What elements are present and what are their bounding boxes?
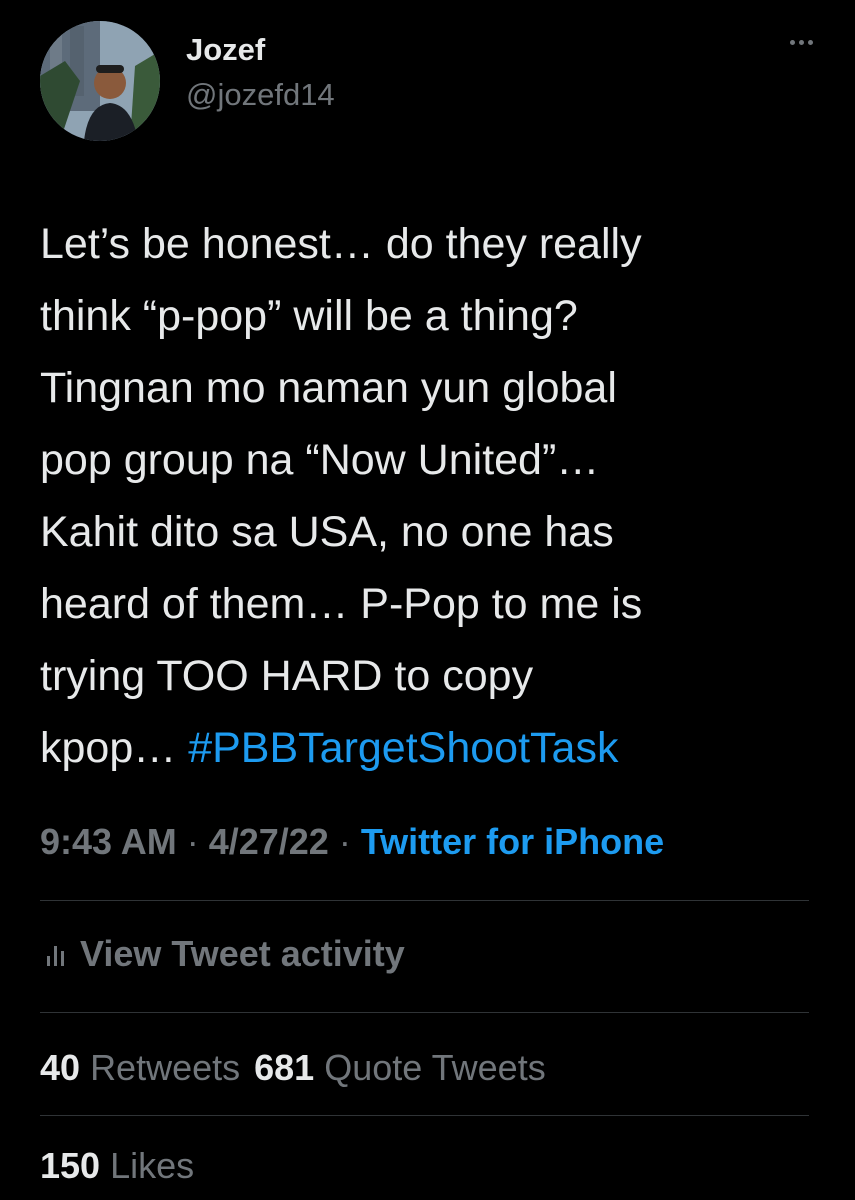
hashtag-link[interactable]: #PBBTargetShootTask	[188, 724, 618, 772]
tweet-line: trying TOO HARD to copy	[40, 652, 534, 700]
bar-chart-icon	[47, 946, 64, 966]
likes-label: Likes	[110, 1145, 195, 1186]
more-dot	[799, 40, 804, 45]
author-info[interactable]: Jozef @jozefd14	[186, 30, 335, 115]
likes-stats: 150 Likes	[40, 1144, 208, 1188]
tweet-line: heard of them… P-Pop to me is	[40, 580, 643, 628]
quote-tweets-count: 681	[254, 1047, 315, 1088]
view-tweet-activity-button[interactable]: View Tweet activity	[46, 932, 405, 976]
tweet-line: Tingnan mo naman yun global	[40, 364, 617, 412]
tweet-date[interactable]: 4/27/22	[209, 821, 329, 862]
meta-separator: ·	[176, 821, 209, 862]
display-name[interactable]: Jozef	[186, 30, 335, 70]
tweet-source-link[interactable]: Twitter for iPhone	[361, 821, 664, 862]
retweets-label: Retweets	[90, 1047, 241, 1088]
retweets-count: 40	[40, 1047, 81, 1088]
tweet-line: Let’s be honest… do they really	[40, 220, 642, 268]
tweet-line: pop group na “Now United”…	[40, 436, 600, 484]
tweet-meta: 9:43 AM · 4/27/22 · Twitter for iPhone	[40, 820, 664, 864]
user-handle[interactable]: @jozefd14	[186, 75, 335, 115]
quote-tweets-link[interactable]: 681 Quote Tweets	[254, 1047, 546, 1088]
avatar-image	[40, 21, 160, 141]
tweet-line: kpop…	[40, 724, 189, 772]
retweets-link[interactable]: 40 Retweets	[40, 1047, 240, 1088]
quote-tweets-label: Quote Tweets	[324, 1047, 546, 1088]
avatar[interactable]	[40, 21, 160, 141]
tweet-line: think “p-pop” will be a thing?	[40, 292, 578, 340]
more-dot	[808, 40, 813, 45]
tweet-text: Let’s be honest… do they really think “p…	[40, 208, 830, 784]
engagement-stats: 40 Retweets 681 Quote Tweets	[40, 1046, 560, 1090]
tweet-time[interactable]: 9:43 AM	[40, 821, 177, 862]
likes-link[interactable]: 150 Likes	[40, 1145, 194, 1186]
activity-label: View Tweet activity	[80, 933, 405, 974]
tweet-line: Kahit dito sa USA, no one has	[40, 508, 614, 556]
divider	[40, 900, 809, 901]
more-options-icon[interactable]	[790, 40, 813, 45]
divider	[40, 1115, 809, 1116]
divider	[40, 1012, 809, 1013]
meta-separator: ·	[328, 821, 361, 862]
more-dot	[790, 40, 795, 45]
likes-count: 150	[40, 1145, 101, 1186]
